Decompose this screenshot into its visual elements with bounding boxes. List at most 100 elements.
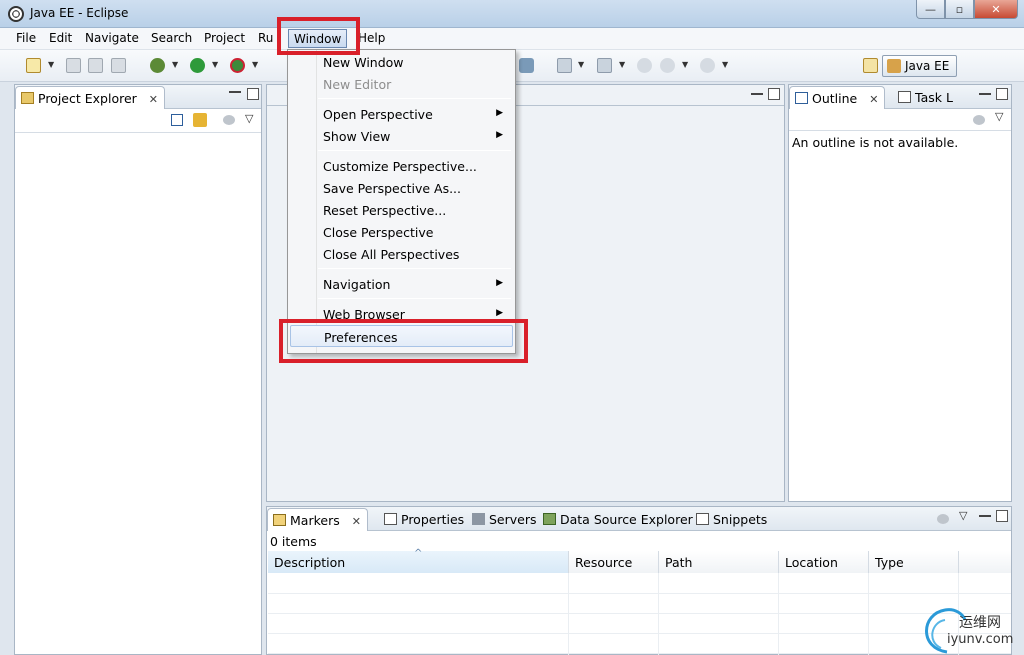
menu-run[interactable]: Ru bbox=[256, 31, 275, 45]
dropdown-arrow-icon[interactable]: ▼ bbox=[212, 60, 218, 69]
menu-item-close-perspective[interactable]: Close Perspective bbox=[290, 221, 513, 243]
folder-icon bbox=[21, 92, 34, 104]
debug-icon[interactable] bbox=[150, 58, 165, 73]
tab-label: Servers bbox=[489, 512, 537, 527]
minimize-editor-icon[interactable] bbox=[751, 93, 763, 95]
title-bar: Java EE - Eclipse — ▫ ✕ bbox=[0, 0, 1024, 28]
tab-outline[interactable]: Outline ✕ bbox=[789, 86, 886, 109]
dropdown-arrow-icon[interactable]: ▼ bbox=[578, 60, 584, 69]
menu-item-label: Customize Perspective... bbox=[323, 159, 477, 174]
menu-item-reset-perspective[interactable]: Reset Perspective... bbox=[290, 199, 513, 221]
collapse-all-icon[interactable] bbox=[171, 114, 183, 126]
column-header-description[interactable]: Description ^ bbox=[268, 548, 569, 573]
run-icon[interactable] bbox=[190, 58, 205, 73]
column-header-resource[interactable]: Resource bbox=[569, 551, 659, 573]
tab-label: Outline bbox=[812, 91, 858, 106]
tab-task-list[interactable]: Task L bbox=[893, 86, 959, 109]
menu-file[interactable]: File bbox=[14, 31, 38, 45]
new-icon[interactable] bbox=[26, 58, 41, 73]
menu-navigate[interactable]: Navigate bbox=[83, 31, 141, 45]
view-menu-icon[interactable] bbox=[937, 514, 949, 524]
outline-divider bbox=[789, 130, 1011, 131]
save-icon[interactable] bbox=[66, 58, 81, 73]
print-icon[interactable] bbox=[111, 58, 126, 73]
column-header-type[interactable]: Type bbox=[869, 551, 959, 573]
java-ee-icon bbox=[887, 59, 901, 73]
view-menu-arrow-icon[interactable]: ▽ bbox=[959, 509, 967, 522]
forward-icon[interactable] bbox=[700, 58, 715, 73]
back-icon[interactable] bbox=[660, 58, 675, 73]
menu-item-label: Reset Perspective... bbox=[323, 203, 447, 218]
menu-item-close-all-perspectives[interactable]: Close All Perspectives bbox=[290, 243, 513, 265]
close-icon[interactable]: ✕ bbox=[352, 515, 361, 528]
view-menu-arrow-icon[interactable]: ▽ bbox=[245, 112, 253, 125]
column-header-filler bbox=[959, 551, 1011, 573]
external-tools-icon[interactable] bbox=[230, 58, 245, 73]
close-button[interactable]: ✕ bbox=[974, 0, 1018, 19]
perspective-label: Java EE bbox=[905, 59, 950, 73]
open-perspective-icon[interactable] bbox=[863, 58, 878, 73]
tab-snippets[interactable]: Snippets bbox=[691, 508, 773, 531]
dropdown-arrow-icon[interactable]: ▼ bbox=[48, 60, 54, 69]
dropdown-arrow-icon[interactable]: ▼ bbox=[252, 60, 258, 69]
tab-servers[interactable]: Servers bbox=[467, 508, 543, 531]
menu-search[interactable]: Search bbox=[149, 31, 194, 45]
menu-bar: File Edit Navigate Search Project Ru Win… bbox=[0, 28, 1024, 50]
menu-item-label: Navigation bbox=[323, 277, 391, 292]
maximize-editor-icon[interactable] bbox=[768, 88, 780, 100]
minimize-button[interactable]: — bbox=[916, 0, 945, 19]
menu-item-show-view[interactable]: Show View ▶ bbox=[290, 125, 513, 147]
menu-item-label: Show View bbox=[323, 129, 391, 144]
link-with-editor-icon[interactable] bbox=[193, 113, 207, 127]
perspective-java-ee-button[interactable]: Java EE bbox=[882, 55, 957, 77]
tab-data-source-explorer[interactable]: Data Source Explorer bbox=[538, 508, 699, 531]
close-icon[interactable]: ✕ bbox=[149, 93, 158, 106]
tab-label: Markers bbox=[290, 513, 340, 528]
project-explorer-toolbar: ▽ bbox=[15, 109, 261, 133]
minimize-view-icon[interactable] bbox=[979, 515, 991, 517]
column-header-location[interactable]: Location bbox=[779, 551, 869, 573]
dropdown-arrow-icon[interactable]: ▼ bbox=[619, 60, 625, 69]
submenu-arrow-icon: ▶ bbox=[496, 278, 503, 288]
dropdown-arrow-icon[interactable]: ▼ bbox=[682, 60, 688, 69]
maximize-view-icon[interactable] bbox=[247, 88, 259, 100]
dropdown-arrow-icon[interactable]: ▼ bbox=[722, 60, 728, 69]
last-edit-icon[interactable] bbox=[637, 58, 652, 73]
maximize-view-icon[interactable] bbox=[996, 88, 1008, 100]
menu-item-label: Save Perspective As... bbox=[323, 181, 462, 196]
minimize-view-icon[interactable] bbox=[979, 93, 991, 95]
markers-icon bbox=[273, 514, 286, 526]
watermark-cn-text: 运维网 bbox=[959, 615, 1001, 631]
database-icon bbox=[543, 513, 556, 525]
view-menu-icon[interactable] bbox=[223, 115, 235, 125]
watermark-url-text: iyunv.com bbox=[947, 632, 1014, 647]
menu-item-open-perspective[interactable]: Open Perspective ▶ bbox=[290, 103, 513, 125]
view-menu-icon[interactable] bbox=[973, 115, 985, 125]
prev-annotation-icon[interactable] bbox=[597, 58, 612, 73]
view-menu-arrow-icon[interactable]: ▽ bbox=[995, 110, 1003, 123]
minimize-view-icon[interactable] bbox=[229, 91, 241, 93]
dropdown-arrow-icon[interactable]: ▼ bbox=[172, 60, 178, 69]
maximize-button[interactable]: ▫ bbox=[945, 0, 974, 19]
menu-edit[interactable]: Edit bbox=[47, 31, 74, 45]
highlight-box-preferences bbox=[279, 319, 528, 363]
save-all-icon[interactable] bbox=[88, 58, 103, 73]
search-tool-icon[interactable] bbox=[519, 58, 534, 73]
markers-item-count: 0 items bbox=[270, 534, 317, 549]
menu-item-label: New Window bbox=[323, 55, 404, 70]
menu-separator bbox=[318, 298, 511, 299]
tab-properties[interactable]: Properties bbox=[379, 508, 470, 531]
tab-markers[interactable]: Markers ✕ bbox=[267, 508, 368, 531]
menu-item-customize-perspective[interactable]: Customize Perspective... bbox=[290, 155, 513, 177]
menu-item-save-perspective-as[interactable]: Save Perspective As... bbox=[290, 177, 513, 199]
maximize-view-icon[interactable] bbox=[996, 510, 1008, 522]
next-annotation-icon[interactable] bbox=[557, 58, 572, 73]
column-header-path[interactable]: Path bbox=[659, 551, 779, 573]
project-explorer-tabbar: Project Explorer ✕ bbox=[15, 85, 261, 109]
close-icon[interactable]: ✕ bbox=[869, 93, 878, 106]
menu-item-navigation[interactable]: Navigation ▶ bbox=[290, 273, 513, 295]
menu-help[interactable]: Help bbox=[356, 31, 387, 45]
eclipse-logo-icon bbox=[8, 6, 24, 22]
tab-project-explorer[interactable]: Project Explorer ✕ bbox=[15, 86, 165, 109]
menu-project[interactable]: Project bbox=[202, 31, 247, 45]
